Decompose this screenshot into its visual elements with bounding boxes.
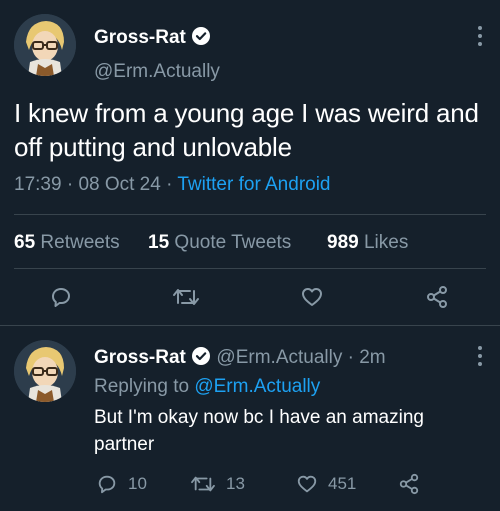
- retweet-icon[interactable]: [190, 473, 216, 495]
- reply-like-action[interactable]: 451: [296, 473, 356, 495]
- reply-text: But I'm okay now bc I have an amazing pa…: [94, 407, 424, 455]
- like-icon[interactable]: [296, 473, 318, 495]
- avatar[interactable]: [14, 14, 76, 76]
- meta-separator: ·: [166, 174, 178, 195]
- meta-separator: ·: [66, 174, 79, 195]
- divider: [14, 214, 486, 215]
- tweet-meta: 17:39 · 08 Oct 24 · Twitter for Android: [14, 174, 331, 196]
- share-icon[interactable]: [398, 473, 420, 495]
- reply-retweet-action[interactable]: 13: [190, 473, 245, 495]
- retweets-count: 65: [14, 232, 36, 253]
- reply-count: 10: [128, 474, 147, 493]
- reply-separator: ·: [347, 347, 360, 368]
- tweet-time: 17:39: [14, 174, 62, 195]
- reply-display-name[interactable]: Gross-Rat: [94, 347, 186, 368]
- tweet-text: I knew from a young age I was weird and …: [14, 98, 479, 162]
- handle[interactable]: @Erm.Actually: [94, 61, 220, 83]
- divider: [0, 325, 500, 326]
- display-name-text[interactable]: Gross-Rat: [94, 27, 186, 48]
- verified-icon: [191, 26, 211, 52]
- tweet-source-link[interactable]: Twitter for Android: [177, 174, 330, 195]
- reply-icon[interactable]: [48, 284, 74, 310]
- retweets-stat[interactable]: 65 Retweets: [14, 232, 120, 254]
- replying-prefix: Replying to: [94, 376, 190, 397]
- share-icon[interactable]: [424, 284, 450, 310]
- display-name[interactable]: Gross-Rat: [94, 26, 211, 52]
- reply-reply-action[interactable]: 10: [96, 473, 147, 495]
- more-icon[interactable]: [478, 26, 482, 46]
- reply-like-count: 451: [328, 474, 357, 493]
- replying-to: Replying to @Erm.Actually: [94, 376, 320, 398]
- verified-icon: [191, 346, 211, 372]
- reply-avatar[interactable]: [14, 340, 76, 402]
- likes-count: 989: [327, 232, 359, 253]
- likes-label: Likes: [363, 232, 409, 253]
- tweet-date: 08 Oct 24: [78, 174, 161, 195]
- reply-age[interactable]: 2m: [359, 347, 385, 368]
- quotes-count: 15: [148, 232, 170, 253]
- reply-more-icon[interactable]: [478, 346, 482, 366]
- retweets-label: Retweets: [40, 232, 120, 253]
- divider: [14, 268, 486, 269]
- quotes-stat[interactable]: 15 Quote Tweets: [148, 232, 291, 254]
- replying-to-link[interactable]: @Erm.Actually: [194, 376, 320, 397]
- reply-retweet-count: 13: [226, 474, 245, 493]
- reply-header: Gross-Rat @Erm.Actually · 2m: [94, 346, 386, 372]
- retweet-icon[interactable]: [172, 284, 200, 310]
- like-icon[interactable]: [299, 284, 325, 310]
- quotes-label: Quote Tweets: [174, 232, 292, 253]
- reply-handle[interactable]: @Erm.Actually: [216, 347, 342, 368]
- reply-icon[interactable]: [96, 473, 118, 495]
- likes-stat[interactable]: 989 Likes: [327, 232, 408, 254]
